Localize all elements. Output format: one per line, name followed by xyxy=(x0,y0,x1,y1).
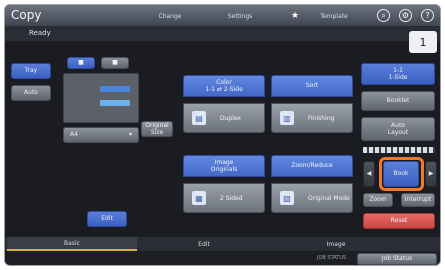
right-arrow-icon[interactable]: ▶ xyxy=(425,161,437,187)
copy-count[interactable]: 1 xyxy=(409,31,437,53)
interrupt-button[interactable]: Interrupt xyxy=(401,193,435,207)
original-mode-icon: ▧ xyxy=(280,191,294,205)
card-duplex[interactable]: ▤ Duplex xyxy=(183,103,265,133)
menu-change[interactable]: Change xyxy=(145,9,195,23)
search-icon[interactable]: ⌕ xyxy=(377,9,390,22)
card-label: Duplex xyxy=(220,114,242,122)
top-bar: Copy Change Settings ★ Template ⌕ ⚙ ? xyxy=(5,5,440,27)
finishing-icon: ▥ xyxy=(280,111,294,125)
copy-screen: Copy Change Settings ★ Template ⌕ ⚙ ? Re… xyxy=(4,4,441,266)
tab-basic[interactable]: Basic xyxy=(7,237,137,251)
paper-bar xyxy=(100,100,130,106)
card-label: Original Mode xyxy=(308,194,350,202)
chevron-down-icon: ▾ xyxy=(128,131,132,139)
footer: JOB STATUS Job Status xyxy=(5,251,440,265)
selection-highlight xyxy=(379,157,424,191)
left-arrow-icon[interactable]: ◀ xyxy=(363,161,375,187)
card-zoom-head[interactable]: Zoom/Reduce xyxy=(271,155,353,177)
original-size-button[interactable]: Original Size xyxy=(141,121,173,137)
scale-bar xyxy=(363,147,435,153)
card-image-head[interactable]: Image Originals xyxy=(183,155,265,177)
paper-bar xyxy=(100,86,130,92)
card-2-sided[interactable]: ▦ 2 Sided xyxy=(183,183,265,213)
star-icon[interactable]: ★ xyxy=(289,9,301,23)
booklet-button[interactable]: Booklet xyxy=(361,91,435,111)
edit-button[interactable]: Edit xyxy=(87,211,127,227)
card-label: 2 Sided xyxy=(220,194,243,202)
paper-size-dropdown[interactable]: A4 ▾ xyxy=(63,127,139,143)
paper-panel xyxy=(63,73,139,123)
tab-image[interactable]: Image xyxy=(271,237,401,251)
orientation-landscape[interactable]: ■ xyxy=(101,57,129,69)
tab-edit[interactable]: Edit xyxy=(139,237,269,251)
auto-layout-button[interactable]: Auto Layout xyxy=(361,117,435,141)
card-original-mode[interactable]: ▧ Original Mode xyxy=(271,183,353,213)
help-icon[interactable]: ? xyxy=(421,9,434,22)
menu-template[interactable]: Template xyxy=(309,9,359,23)
settings-icon[interactable]: ⚙ xyxy=(399,9,412,22)
one-sided-button[interactable]: 1-1 1-Side xyxy=(361,63,435,85)
orientation-portrait[interactable]: ■ xyxy=(67,57,95,69)
two-sided-icon: ▦ xyxy=(192,191,206,205)
menu-settings[interactable]: Settings xyxy=(215,9,265,23)
tab-bar: Basic Edit Image xyxy=(5,237,440,251)
duplex-icon: ▤ xyxy=(192,111,206,125)
status-row: Ready xyxy=(5,27,440,41)
card-finishing[interactable]: ▥ Finishing xyxy=(271,103,353,133)
job-status-button[interactable]: Job Status xyxy=(357,253,437,265)
tray-button[interactable]: Tray xyxy=(11,63,51,79)
card-label: Finishing xyxy=(308,114,335,122)
footer-info: JOB STATUS xyxy=(317,255,347,261)
card-sort-head[interactable]: Sort xyxy=(271,75,353,97)
card-duplex-head[interactable]: Color 1-1 ⇄ 2-Side xyxy=(183,75,265,97)
paper-size-value: A4 xyxy=(70,131,78,139)
status-text: Ready xyxy=(29,29,51,37)
app-title: Copy xyxy=(11,8,42,22)
auto-button[interactable]: Auto xyxy=(11,85,51,101)
zoom-button[interactable]: Zoom xyxy=(363,193,393,207)
reset-button[interactable]: Reset xyxy=(363,213,435,229)
